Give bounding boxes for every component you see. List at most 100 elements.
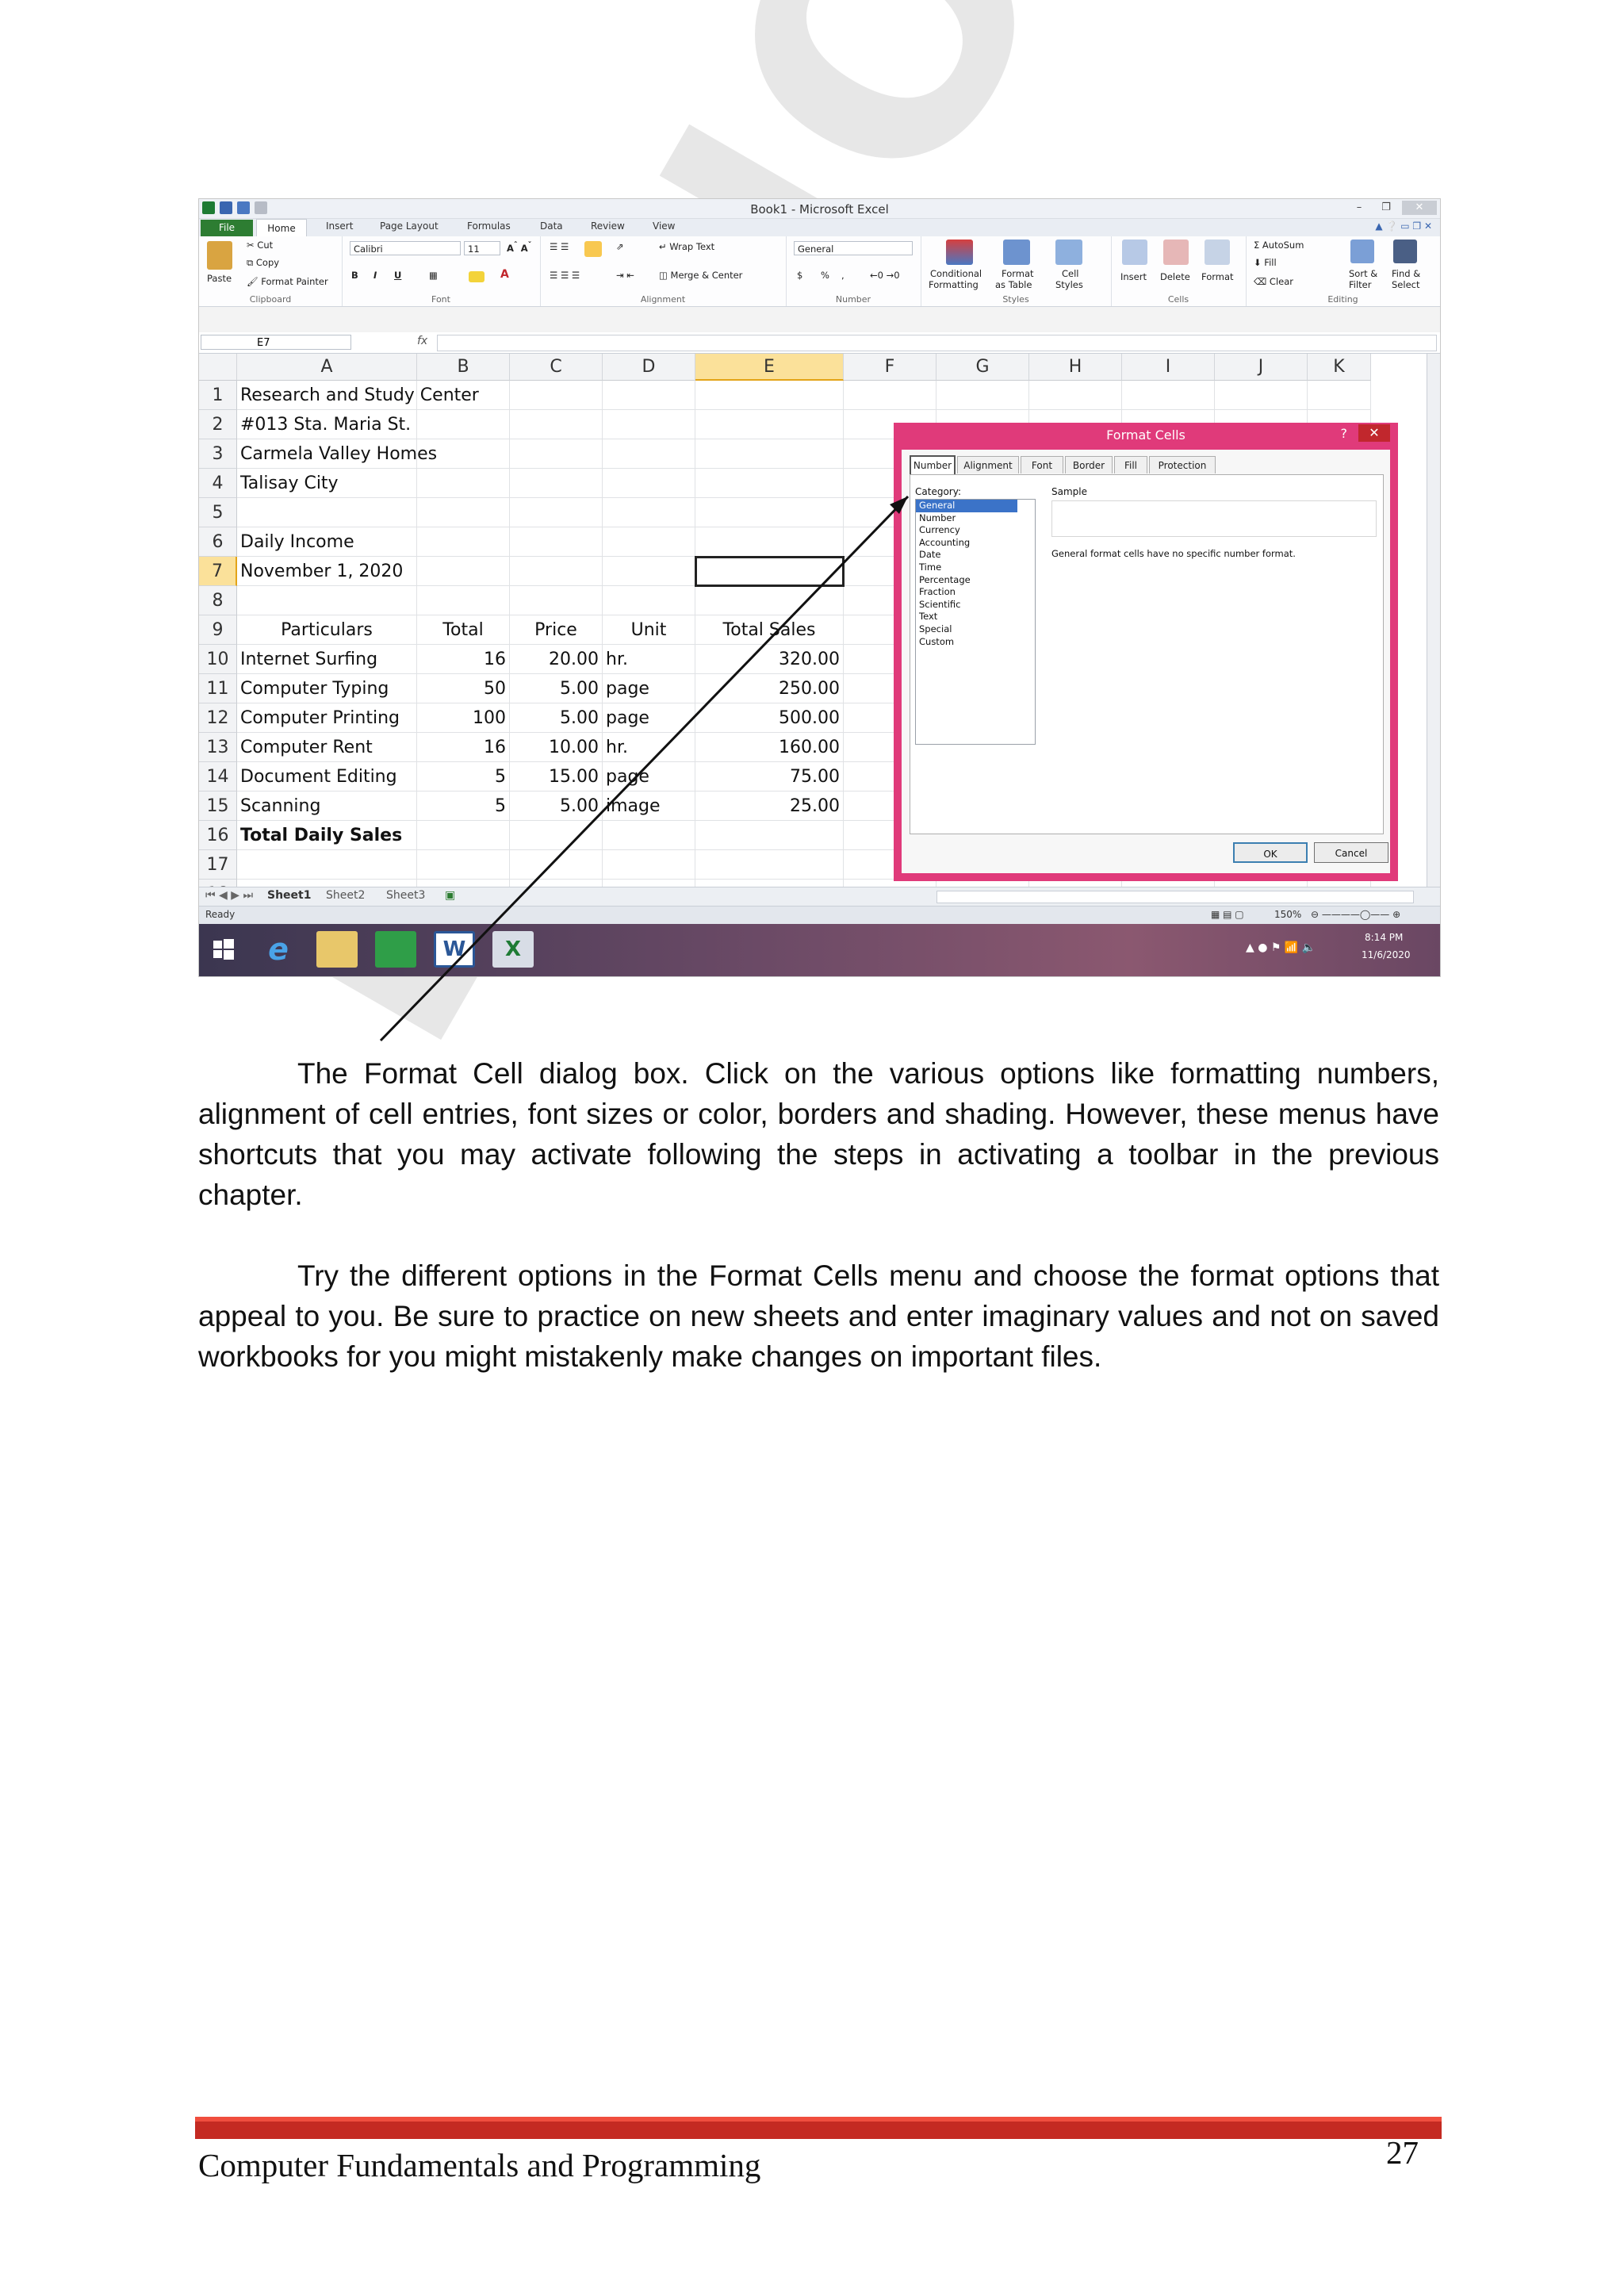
- cell-b15[interactable]: 5: [417, 792, 510, 821]
- active-cell-e7[interactable]: [695, 556, 845, 587]
- row-header-16[interactable]: 16: [199, 821, 237, 850]
- tray-icons[interactable]: ▲ ● ⚑ 📶 🔈: [1246, 941, 1316, 954]
- table-cell[interactable]: [1029, 381, 1122, 410]
- cell-styles-icon[interactable]: [1055, 240, 1082, 265]
- cell-d16[interactable]: [603, 821, 695, 850]
- align-top-icon[interactable]: ☰ ☰: [550, 241, 569, 252]
- cell-c12[interactable]: 5.00: [510, 703, 603, 733]
- cell-a6[interactable]: Daily Income: [237, 527, 417, 557]
- fill-button[interactable]: ⬇ Fill: [1254, 257, 1277, 268]
- font-name-select[interactable]: Calibri: [350, 241, 461, 255]
- category-item-date[interactable]: Date: [916, 549, 1035, 562]
- cell-d9[interactable]: Unit: [603, 615, 695, 645]
- cell-a3[interactable]: Carmela Valley Homes: [237, 439, 437, 469]
- cell-c15[interactable]: 5.00: [510, 792, 603, 821]
- zoom-slider[interactable]: ⊖ ————◯—— ⊕: [1311, 909, 1400, 920]
- tab-home[interactable]: Home: [256, 219, 307, 237]
- sheet-tab-1[interactable]: Sheet1: [267, 889, 311, 902]
- column-header-k[interactable]: K: [1308, 354, 1371, 381]
- sort-filter-icon[interactable]: [1350, 240, 1374, 263]
- format-button[interactable]: Format: [1201, 271, 1234, 282]
- tab-page-layout[interactable]: Page Layout: [380, 220, 439, 232]
- cell-d12[interactable]: page: [603, 703, 695, 733]
- dialog-close-icon[interactable]: ✕: [1358, 424, 1390, 442]
- cell-c8[interactable]: [510, 586, 603, 615]
- category-item-currency[interactable]: Currency: [916, 524, 1035, 537]
- view-buttons-icon[interactable]: ▦ ▤ ▢: [1211, 909, 1244, 920]
- align-middle-icon[interactable]: [584, 241, 602, 257]
- row-header-6[interactable]: 6: [199, 527, 237, 557]
- cell-d15[interactable]: image: [603, 792, 695, 821]
- windows-start-icon[interactable]: [207, 931, 239, 968]
- cell-a15[interactable]: Scanning: [237, 792, 417, 821]
- format-as-table-button[interactable]: Format: [1002, 268, 1034, 279]
- cell-d17[interactable]: [603, 850, 695, 880]
- zoom-level[interactable]: 150%: [1274, 909, 1301, 920]
- cell-a1[interactable]: Research and Study Center: [237, 381, 479, 410]
- help-icon[interactable]: ▲ ❔ ▭ ❐ ✕: [1375, 220, 1432, 232]
- table-cell[interactable]: [1215, 381, 1308, 410]
- percent-button[interactable]: %: [821, 270, 829, 281]
- cell-b14[interactable]: 5: [417, 762, 510, 792]
- sort-filter-button[interactable]: Sort &: [1349, 268, 1377, 279]
- delete-cells-icon[interactable]: [1163, 240, 1189, 265]
- cell-c5[interactable]: [510, 498, 603, 527]
- row-header-14[interactable]: 14: [199, 762, 237, 792]
- category-item-general[interactable]: General: [916, 500, 1017, 512]
- sheet-tab-3[interactable]: Sheet3: [386, 889, 425, 902]
- cell-e4[interactable]: [695, 469, 844, 498]
- category-item-accounting[interactable]: Accounting: [916, 537, 1035, 550]
- cell-e8[interactable]: [695, 586, 844, 615]
- conditional-formatting-button[interactable]: Conditional: [930, 268, 982, 279]
- cell-e12[interactable]: 500.00: [695, 703, 844, 733]
- borders-icon[interactable]: ▦: [429, 270, 438, 281]
- column-header-c[interactable]: C: [510, 354, 603, 381]
- cell-c10[interactable]: 20.00: [510, 645, 603, 674]
- cell-a7[interactable]: November 1, 2020: [237, 557, 417, 586]
- dialog-help-icon[interactable]: ?: [1341, 426, 1348, 441]
- indent-icon[interactable]: ⇥ ⇤: [616, 270, 634, 281]
- column-header-b[interactable]: B: [417, 354, 510, 381]
- tab-data[interactable]: Data: [540, 220, 563, 232]
- minimize-icon[interactable]: –: [1348, 201, 1370, 215]
- cell-e5[interactable]: [695, 498, 844, 527]
- cell-c9[interactable]: Price: [510, 615, 603, 645]
- cell-e11[interactable]: 250.00: [695, 674, 844, 703]
- cell-b12[interactable]: 100: [417, 703, 510, 733]
- cell-e1[interactable]: [695, 381, 844, 410]
- table-cell[interactable]: [1122, 381, 1215, 410]
- cell-b2[interactable]: [417, 410, 510, 439]
- dialog-tab-fill[interactable]: Fill: [1114, 456, 1147, 473]
- cell-c1[interactable]: [510, 381, 603, 410]
- sheet-nav-icon[interactable]: ⏮ ◀ ▶ ⏭: [205, 889, 253, 902]
- dialog-tab-protection[interactable]: Protection: [1149, 456, 1216, 473]
- cell-c3[interactable]: [510, 439, 603, 469]
- cell-a9[interactable]: Particulars: [237, 615, 417, 645]
- category-item-percentage[interactable]: Percentage: [916, 574, 1035, 587]
- cancel-button[interactable]: Cancel: [1314, 842, 1388, 863]
- store-icon[interactable]: [375, 931, 416, 968]
- restore-icon[interactable]: ❐: [1375, 201, 1397, 215]
- cell-e17[interactable]: [695, 850, 844, 880]
- cell-d7[interactable]: [603, 557, 695, 586]
- cell-e14[interactable]: 75.00: [695, 762, 844, 792]
- cell-e15[interactable]: 25.00: [695, 792, 844, 821]
- tab-insert[interactable]: Insert: [326, 220, 353, 232]
- select-all-corner[interactable]: [199, 354, 237, 381]
- cell-d2[interactable]: [603, 410, 695, 439]
- format-painter-button[interactable]: 🖌 Format Painter: [247, 276, 328, 287]
- category-list[interactable]: General Number Currency Accounting Date Time P…: [915, 499, 1036, 745]
- cell-a16[interactable]: Total Daily Sales: [237, 821, 417, 850]
- cell-a4[interactable]: Talisay City: [237, 469, 417, 498]
- category-item-number[interactable]: Number: [916, 512, 1035, 525]
- column-header-g[interactable]: G: [936, 354, 1029, 381]
- number-format-select[interactable]: General: [794, 241, 913, 255]
- cell-a12[interactable]: Computer Printing: [237, 703, 417, 733]
- dialog-tab-font[interactable]: Font: [1021, 456, 1063, 473]
- delete-button[interactable]: Delete: [1160, 271, 1190, 282]
- row-header-11[interactable]: 11: [199, 674, 237, 703]
- category-item-time[interactable]: Time: [916, 562, 1035, 574]
- cell-c14[interactable]: 15.00: [510, 762, 603, 792]
- tab-review[interactable]: Review: [591, 220, 625, 232]
- clock-date[interactable]: 11/6/2020: [1362, 949, 1411, 960]
